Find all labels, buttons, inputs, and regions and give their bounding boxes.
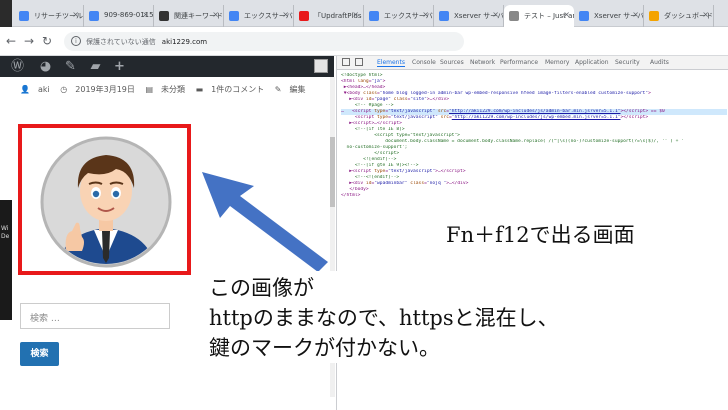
annotation-text: この画像が httpのままなので、httpsと混在し、 鍵のマークが付かない。 [209,271,728,363]
customize-brush-icon[interactable]: ✎ [63,59,78,74]
search-button[interactable]: 検索 [20,342,59,366]
annotation-line-1: この画像が [209,276,314,300]
browser-tab[interactable]: 関連キーワード取…× [154,5,224,27]
browser-tab[interactable]: 909-869-0115 × [84,5,154,27]
info-icon[interactable]: i [71,36,81,46]
tab-close-icon[interactable]: × [212,10,219,19]
edit-icon: ✎ [274,85,282,94]
tab-favicon-icon [579,11,589,21]
browser-tab[interactable]: 「UpdraftPlus × [294,5,364,27]
devtools-caption: Fn＋f12で出る画面 [446,223,635,247]
tab-favicon-icon [369,11,379,21]
devtools-tab[interactable]: Audits [650,59,669,66]
browser-tab[interactable]: テスト – Just an…× [504,5,574,27]
tab-favicon-icon [159,11,169,21]
user-avatar[interactable] [314,59,328,73]
blue-arrow-annotation [202,172,328,272]
search-input[interactable]: 検索 … [20,303,170,329]
browser-tab[interactable]: Xserver サーバー× [434,5,504,27]
tab-close-icon[interactable]: × [422,10,429,19]
devtools-tab[interactable]: Memory [545,59,569,66]
browser-tab[interactable]: ダッシュボード‹ × [644,5,714,27]
annotation-line-3: 鍵のマークが付かない。 [209,336,440,360]
forward-icon[interactable]: → [24,34,34,48]
browser-tab[interactable]: Xserver サーバー× [574,5,644,27]
wordpress-icon[interactable]: Ⓦ [10,59,25,74]
address-bar[interactable]: i 保護されていない通信 aki1229.com [64,32,464,51]
devtools-tab-bar: Elements Console Sources Network Performance… [337,56,728,70]
tab-favicon-icon [229,11,239,21]
tab-close-icon[interactable]: × [702,10,709,19]
author-icon: 👤 [20,85,30,94]
folder-icon: ▤ [145,85,154,94]
browser-tab[interactable]: エックスサーバー…× [364,5,434,27]
tab-favicon-icon [19,11,29,21]
desktop-edge-text: Wi De [1,225,10,240]
tab-close-icon[interactable]: × [282,10,289,19]
devtools-tab[interactable]: Sources [440,59,464,66]
comment-count-icon: ▬ [195,85,204,94]
post-edit-link[interactable]: 編集 [289,85,305,94]
tab-close-icon[interactable]: × [492,10,499,19]
comment-icon[interactable]: ▰ [88,59,103,74]
tab-favicon-icon [439,11,449,21]
devtools-tab[interactable]: Elements [377,59,405,67]
devtools-tab[interactable]: Network [470,59,495,66]
annotation-line-2: httpのままなので、httpsと混在し、 [209,306,559,330]
tab-favicon-icon [89,11,99,21]
tab-favicon-icon [509,11,519,21]
post-meta: 👤 aki ◷ 2019年3月19日 ▤ 未分類 ▬ 1件のコメント ✎ 編集 [20,84,313,95]
clock-icon: ◷ [60,85,68,94]
dashboard-icon[interactable]: ◕ [38,59,53,74]
desktop-strip [0,0,12,27]
security-label: 保護されていない通信 [86,38,156,46]
browser-tab[interactable]: エックスサーバー…× [224,5,294,27]
avatar-image-frame [18,124,191,275]
cartoon-avatar-image [40,136,172,268]
devtools-tab[interactable]: Application [575,59,609,66]
tab-favicon-icon [649,11,659,21]
post-author[interactable]: aki [38,85,50,94]
back-icon[interactable]: ← [6,34,16,48]
tab-close-icon[interactable]: × [632,10,639,19]
device-toggle-icon[interactable] [355,58,363,66]
new-post-icon[interactable]: + [112,59,127,74]
tab-favicon-icon [299,11,309,21]
reload-icon[interactable]: ↻ [42,34,52,48]
wp-admin-bar: Ⓦ ◕ ✎ ▰ + [0,56,334,77]
devtools-tab[interactable]: Performance [500,59,538,66]
browser-toolbar: ← → ↻ i 保護されていない通信 aki1229.com [0,27,728,56]
browser-tab[interactable]: リサーチツールを…× [14,5,84,27]
tab-close-icon[interactable]: × [142,10,149,19]
desktop-edge: Wi De [0,200,12,320]
post-category[interactable]: 未分類 [161,85,185,94]
elements-tree[interactable]: <!doctype html> <html lang="ja"> ▶<head>… [341,73,727,199]
post-date[interactable]: 2019年3月19日 [75,85,135,94]
devtools-tab[interactable]: Security [615,59,640,66]
tab-close-icon[interactable]: × [352,10,359,19]
post-comments[interactable]: 1件のコメント [211,85,264,94]
tab-close-icon[interactable]: × [563,10,570,19]
url-host: aki1229.com [161,38,208,46]
devtools-tab[interactable]: Console [412,59,436,66]
tab-close-icon[interactable]: × [72,10,79,19]
browser-tab-bar: リサーチツールを…×909-869-0115×関連キーワード取…×エックスサーバ… [0,0,728,27]
inspect-icon[interactable] [342,58,350,66]
